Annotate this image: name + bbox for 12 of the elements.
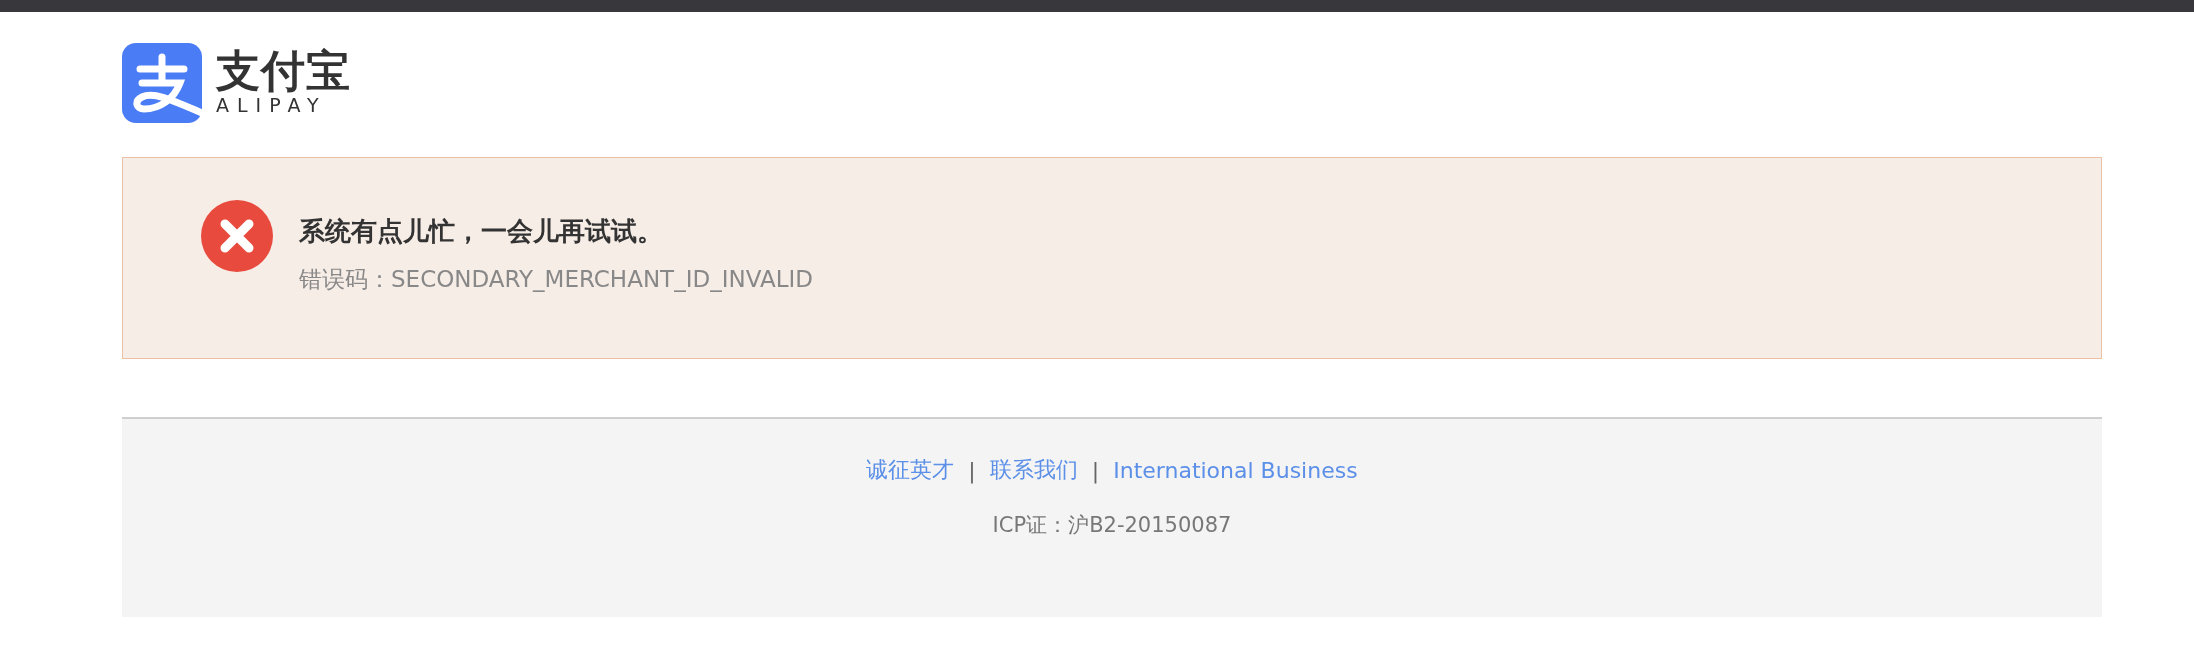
error-message: 系统有点儿忙，一会儿再试试。: [299, 215, 664, 248]
logo-wordmark: 支付宝: [216, 49, 351, 93]
error-code: 错误码：SECONDARY_MERCHANT_ID_INVALID: [299, 265, 813, 294]
separator: |: [1091, 457, 1100, 483]
license-text: ICP证：沪B2-20150087: [992, 512, 1232, 539]
footer-link[interactable]: 诚征英才: [866, 455, 955, 485]
footer-link[interactable]: International Business: [1113, 457, 1358, 483]
footer-link[interactable]: 联系我们: [989, 455, 1078, 485]
logo-subtitle: ALIPAY: [216, 93, 328, 117]
logo-icon: [122, 43, 202, 123]
error-icon: [201, 200, 273, 272]
separator: |: [968, 457, 976, 483]
